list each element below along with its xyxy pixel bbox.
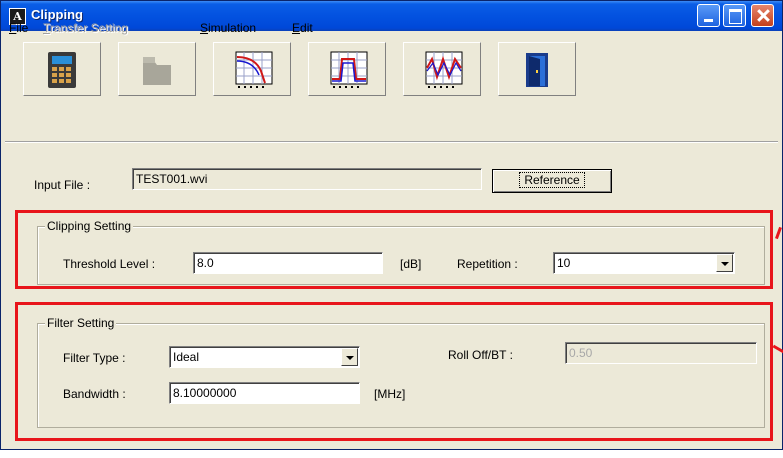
filter-response-button[interactable] — [213, 42, 291, 96]
menu-transfer-label: ransfer Setting — [49, 21, 128, 35]
toolbar-separator — [5, 141, 778, 143]
window-title: Clipping — [31, 7, 83, 22]
menu-edit-label: dit — [300, 21, 313, 35]
maximize-button[interactable] — [723, 4, 746, 27]
menu-transfer-setting[interactable]: Transfer Setting — [43, 21, 128, 35]
minimize-button[interactable] — [697, 4, 720, 27]
menu-edit[interactable]: Edit — [292, 21, 313, 35]
menu-simulation-mnemonic: S — [200, 21, 209, 35]
spectrum-button[interactable] — [308, 42, 386, 96]
input-file-field[interactable]: TEST001.wvi — [132, 168, 482, 190]
calculator-button[interactable] — [23, 42, 101, 96]
open-file-button[interactable] — [118, 42, 196, 96]
calculator-icon — [48, 52, 76, 88]
menu-file-label: ile — [16, 21, 29, 35]
filter-response-icon — [235, 51, 273, 88]
annotation-box-clipping — [15, 210, 773, 289]
annotation-box-filter — [15, 302, 773, 441]
close-button[interactable] — [751, 4, 774, 27]
menu-simulation-label: imulation — [208, 21, 257, 35]
folder-icon — [143, 57, 171, 85]
menu-transfer-mnemonic: T — [43, 21, 50, 35]
annotation-mark-1 — [775, 226, 782, 240]
exit-button[interactable] — [498, 42, 576, 96]
spectrum-icon — [330, 51, 368, 88]
reference-button-label: Reference — [519, 172, 585, 188]
clipping-window: A Clipping File Transfer Setting Simulat… — [0, 0, 783, 450]
waveform-icon — [425, 51, 463, 88]
menu-simulation[interactable]: Simulation — [200, 21, 256, 35]
input-file-label: Input File : — [34, 178, 91, 192]
annotation-mark-2 — [772, 344, 783, 354]
reference-button[interactable]: Reference — [492, 169, 612, 193]
menu-file[interactable]: File — [9, 21, 28, 35]
menu-edit-mnemonic: E — [292, 21, 301, 35]
exit-door-icon — [526, 53, 548, 87]
waveform-button[interactable] — [403, 42, 481, 96]
